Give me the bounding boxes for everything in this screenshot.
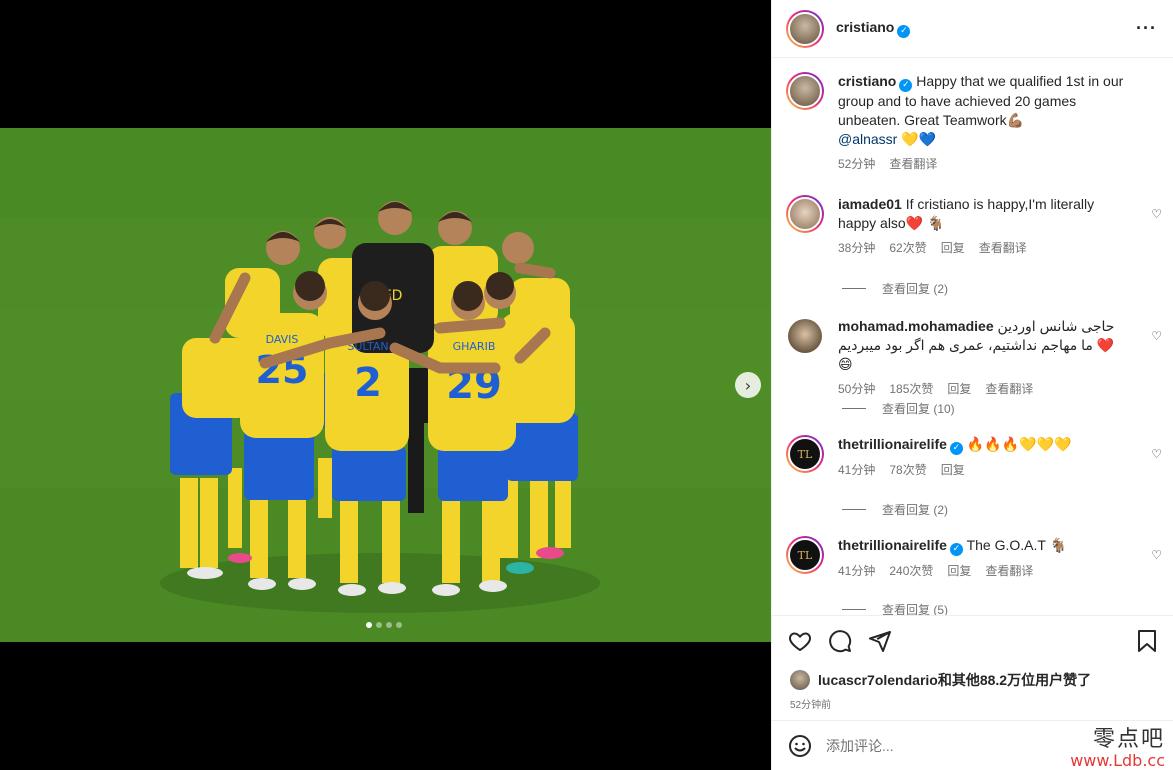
- verified-badge-icon: ✓: [949, 543, 963, 556]
- next-image-button[interactable]: ›: [735, 372, 761, 398]
- comment-text: 🔥🔥🔥💛💛💛: [966, 436, 1072, 452]
- view-replies-button[interactable]: 查看回复 (5): [842, 601, 948, 615]
- header-username-wrap: cristiano ✓: [836, 19, 911, 38]
- team-huddle-photo: FD 25 2 29 DAVIS SULTAN GHARIB: [0, 128, 771, 642]
- post-media: FD 25 2 29 DAVIS SULTAN GHARIB ›: [0, 0, 771, 770]
- team-huddle-illustration: FD 25 2 29 DAVIS SULTAN GHARIB: [0, 128, 771, 642]
- bookmark-icon[interactable]: [1136, 629, 1158, 653]
- translate-button[interactable]: 查看翻译: [985, 562, 1033, 581]
- avatar[interactable]: [786, 9, 824, 48]
- chevron-right-icon: ›: [744, 375, 752, 395]
- caption-emoji: 💛💙: [901, 131, 937, 147]
- comment-text: The G.O.A.T 🐐: [966, 537, 1067, 553]
- heart-icon[interactable]: [788, 629, 812, 653]
- view-replies-button[interactable]: 查看回复 (2): [842, 501, 948, 518]
- comment-likes[interactable]: 78次赞: [889, 461, 926, 480]
- translate-button[interactable]: 查看翻译: [979, 239, 1027, 258]
- like-comment-icon[interactable]: ♡: [1151, 548, 1162, 562]
- comment-username[interactable]: thetrillionairelife: [838, 436, 947, 452]
- reply-button[interactable]: 回复: [947, 380, 971, 399]
- avatar[interactable]: [786, 72, 824, 110]
- share-icon[interactable]: [868, 629, 892, 653]
- avatar[interactable]: TL: [786, 536, 824, 574]
- comment-time: 50分钟: [838, 382, 876, 396]
- comment-item: iamade01 If cristiano is happy,I'm liter…: [786, 195, 1166, 258]
- comment-time: 41分钟: [838, 564, 876, 578]
- post-author-username[interactable]: cristiano: [836, 19, 894, 35]
- post-timestamp: 52分钟前: [790, 700, 832, 711]
- comment-item: mohamad.mohamadiee حاجی شانس اوردین ما م…: [786, 317, 1166, 399]
- like-comment-icon[interactable]: ♡: [1151, 329, 1162, 343]
- comment-item: TL thetrillionairelife ✓ 🔥🔥🔥💛💛💛 41分钟 78次赞…: [786, 435, 1166, 480]
- watermark: 零点吧 www.Ldb.cc: [1070, 721, 1165, 770]
- carousel-dot: [366, 622, 372, 628]
- view-replies-label: 查看回复 (2): [882, 503, 949, 517]
- comment-body: thetrillionairelife ✓ 🔥🔥🔥💛💛💛 41分钟 78次赞 回复: [838, 435, 1128, 480]
- carousel-dot: [396, 622, 402, 628]
- comment-username[interactable]: mohamad.mohamadiee: [838, 318, 994, 334]
- post-side-panel: cristiano ✓ ··· cristiano ✓ Happy that we …: [771, 0, 1173, 770]
- mention-link[interactable]: @alnassr: [838, 131, 897, 147]
- carousel-indicator: [366, 622, 402, 628]
- comment-username[interactable]: iamade01: [838, 196, 902, 212]
- caption-body: cristiano ✓ Happy that we qualified 1st i…: [838, 72, 1128, 174]
- view-replies-button[interactable]: 查看回复 (10): [842, 400, 955, 417]
- verified-badge-icon: ✓: [899, 79, 913, 92]
- jersey-name: DAVIS: [266, 333, 299, 346]
- watermark-text: 零点吧: [1092, 727, 1165, 752]
- caption-time: 52分钟: [838, 157, 876, 171]
- comment-body: iamade01 If cristiano is happy,I'm liter…: [838, 195, 1128, 258]
- avatar: [790, 670, 810, 690]
- comment-likes[interactable]: 185次赞: [889, 380, 933, 399]
- view-replies-label: 查看回复 (10): [882, 402, 955, 416]
- comment-time: 41分钟: [838, 463, 876, 477]
- comment-input[interactable]: [826, 737, 1066, 754]
- comment-icon[interactable]: [828, 629, 852, 653]
- like-comment-icon[interactable]: ♡: [1151, 207, 1162, 221]
- post-header: cristiano ✓ ···: [772, 0, 1173, 58]
- avatar[interactable]: [786, 317, 824, 355]
- caption: cristiano ✓ Happy that we qualified 1st i…: [786, 72, 1166, 174]
- avatar[interactable]: TL: [786, 435, 824, 473]
- comments-list[interactable]: cristiano ✓ Happy that we qualified 1st i…: [772, 59, 1173, 615]
- view-replies-label: 查看回复 (5): [882, 603, 949, 615]
- view-replies-button[interactable]: 查看回复 (2): [842, 280, 948, 297]
- watermark-url: www.Ldb.cc: [1070, 751, 1165, 770]
- like-comment-icon[interactable]: ♡: [1151, 447, 1162, 461]
- comment-likes[interactable]: 240次赞: [889, 562, 933, 581]
- more-options-icon[interactable]: ···: [1136, 18, 1157, 39]
- comment-username[interactable]: thetrillionairelife: [838, 537, 947, 553]
- view-replies-label: 查看回复 (2): [882, 282, 949, 296]
- likes-rest[interactable]: 和其他88.2万位用户赞了: [938, 670, 1091, 690]
- likes-user[interactable]: lucascr7olendario: [818, 672, 938, 688]
- jersey-number: 2: [354, 360, 382, 406]
- comment-time: 38分钟: [838, 241, 876, 255]
- verified-badge-icon: ✓: [897, 25, 911, 38]
- translate-button[interactable]: 查看翻译: [985, 380, 1033, 399]
- comment-body: mohamad.mohamadiee حاجی شانس اوردین ما م…: [838, 317, 1128, 399]
- comment-body: thetrillionairelife ✓ The G.O.A.T 🐐 41分钟 …: [838, 536, 1128, 581]
- post-action-bar: [772, 615, 1173, 665]
- jersey-name: GHARIB: [453, 340, 496, 353]
- translate-button[interactable]: 查看翻译: [889, 155, 937, 174]
- emoji-icon[interactable]: [788, 734, 812, 758]
- reply-button[interactable]: 回复: [941, 461, 965, 480]
- caption-username[interactable]: cristiano: [838, 73, 896, 89]
- likes-summary[interactable]: lucascr7olendario 和其他88.2万位用户赞了: [790, 670, 1091, 690]
- comment-item: TL thetrillionairelife ✓ The G.O.A.T 🐐 41…: [786, 536, 1166, 581]
- reply-button[interactable]: 回复: [941, 239, 965, 258]
- comment-likes[interactable]: 62次赞: [889, 239, 926, 258]
- carousel-dot: [386, 622, 392, 628]
- reply-button[interactable]: 回复: [947, 562, 971, 581]
- verified-badge-icon: ✓: [949, 442, 963, 455]
- carousel-dot: [376, 622, 382, 628]
- avatar[interactable]: [786, 195, 824, 233]
